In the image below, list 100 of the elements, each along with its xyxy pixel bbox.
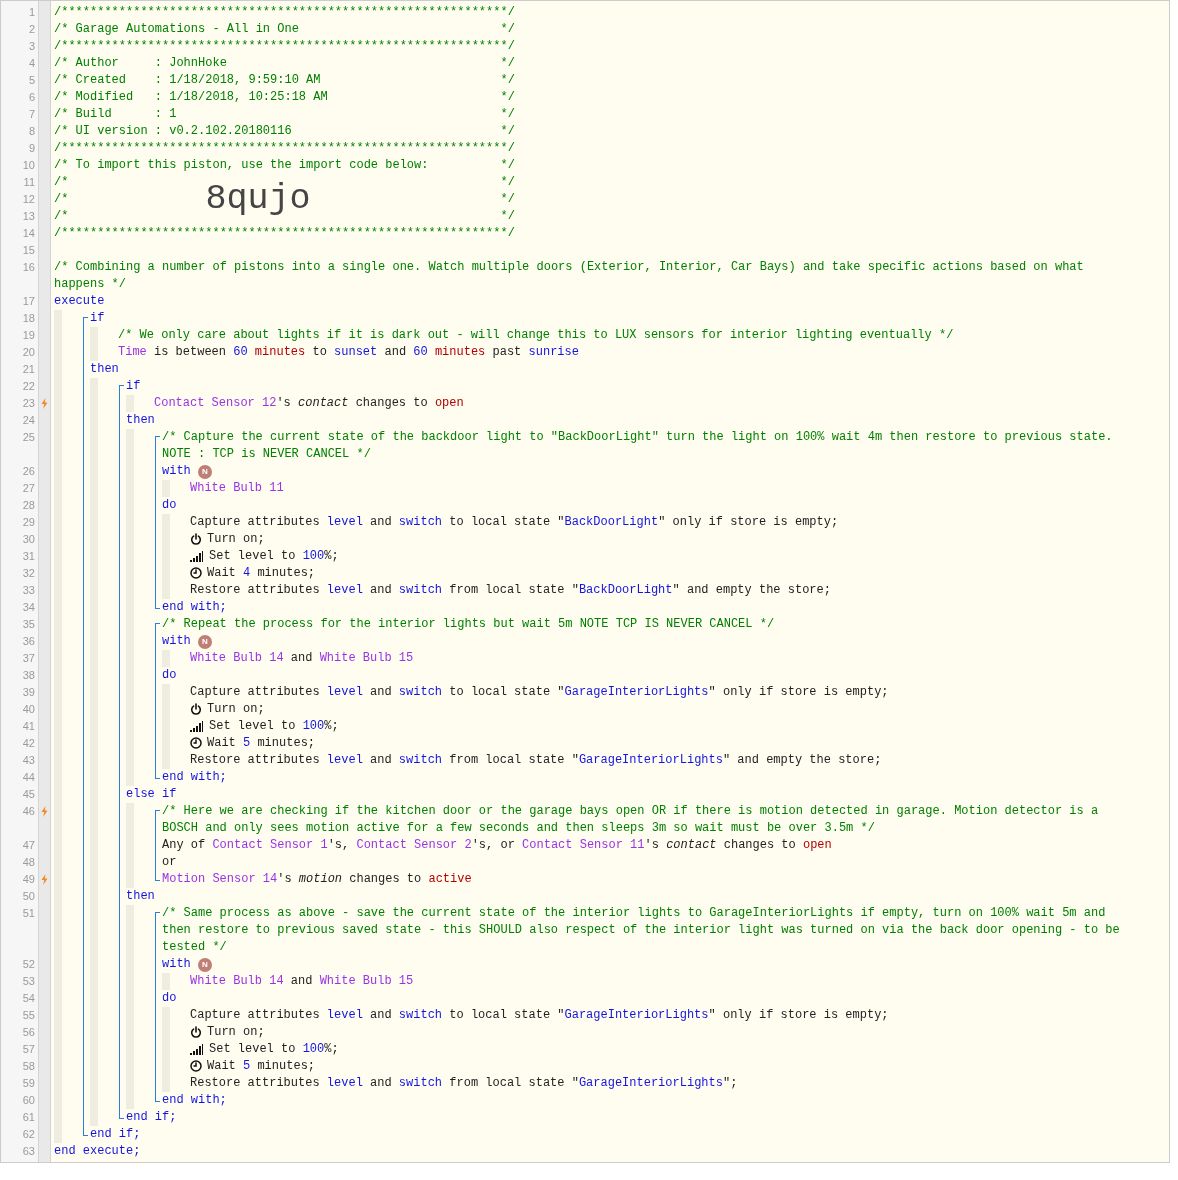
code-line: with: [162, 463, 191, 480]
code-line: Restore attributes level and switch from local state "GarageInteriorLights";: [190, 1075, 738, 1092]
line-number: 41: [22, 720, 35, 732]
code-line: then: [90, 361, 119, 378]
code-line: end with;: [162, 769, 227, 786]
code-line: Contact Sensor 12's contact changes to open: [154, 395, 464, 412]
signal-bars-icon: [190, 551, 203, 562]
clock-icon: [190, 737, 202, 749]
code-line: White Bulb 14 and White Bulb 15: [190, 973, 414, 990]
line-number: 63: [22, 1145, 35, 1157]
line-number: 38: [22, 669, 35, 681]
line-number: 34: [22, 601, 35, 613]
line-number: 62: [22, 1128, 35, 1140]
line-number: 6: [28, 91, 35, 103]
line-number: 47: [22, 839, 35, 851]
line-number: 24: [22, 414, 35, 426]
code-line: Turn on;: [207, 531, 265, 548]
line-number: 61: [22, 1111, 35, 1123]
line-number: 8: [28, 125, 35, 137]
code-line: /* Author : JohnHoke */: [54, 55, 515, 72]
code-line: /* Repeat the process for the interior lights but wait 5m NOTE TCP IS NEVER CANCEL */: [162, 616, 775, 633]
line-number: 11: [23, 176, 35, 188]
n-badge: N: [197, 635, 212, 649]
code-line: /* Combining a number of pistons into a single one. Watch multiple doors (Exterior, Interior, Car Bays) and take specific actions based on what happens */: [54, 259, 1085, 293]
code-line: /* UI version : v0.2.102.20180116 */: [54, 123, 515, 140]
code-line: end with;: [162, 599, 227, 616]
line-number: 15: [22, 244, 35, 256]
line-number: 60: [22, 1094, 35, 1106]
line-number: 39: [22, 686, 35, 698]
line-number: 21: [22, 363, 35, 375]
code-line: with: [162, 633, 191, 650]
code-line: end if;: [126, 1109, 177, 1126]
lightning-icon: [41, 398, 48, 409]
code-line: else if: [126, 786, 177, 803]
code-line: Set level to 100%;: [209, 548, 339, 565]
code-line: Restore attributes level and switch from local state "GarageInteriorLights" and empty the store;: [190, 752, 882, 769]
line-number: 19: [22, 329, 35, 341]
code-line: White Bulb 14 and White Bulb 15: [190, 650, 414, 667]
line-number: 59: [22, 1077, 35, 1089]
line-number: 28: [22, 499, 35, 511]
n-badge: N: [197, 958, 212, 972]
code-line: Wait 5 minutes;: [207, 1058, 316, 1075]
lightning-icon: [41, 806, 48, 817]
code-line: then: [126, 412, 155, 429]
code-line: Turn on;: [207, 701, 265, 718]
power-icon: [190, 533, 202, 545]
line-number: 7: [28, 108, 35, 120]
comment-text: /*: [54, 191, 69, 208]
code-line: Capture attributes level and switch to local state "GarageInteriorLights" only if store is empty;: [190, 684, 889, 701]
code-line: end execute;: [54, 1143, 141, 1160]
code-line: Capture attributes level and switch to local state "BackDoorLight" only if store is empty;: [190, 514, 839, 531]
line-number: 32: [22, 567, 35, 579]
code-line: /**************************************************************/: [54, 225, 515, 242]
line-number: 54: [22, 992, 35, 1004]
line-number: 3: [28, 40, 35, 52]
code-line: end if;: [90, 1126, 141, 1143]
line-number: 48: [22, 856, 35, 868]
line-number: 4: [28, 57, 35, 69]
line-number: 10: [22, 159, 35, 171]
line-number: 49: [22, 873, 35, 885]
code-line: /* To import this piston, use the import code below: */: [54, 157, 515, 174]
line-number: 35: [22, 618, 35, 630]
code-line: White Bulb 11: [190, 480, 284, 497]
line-number: 20: [22, 346, 35, 358]
code-line: end with;: [162, 1092, 227, 1109]
line-number: 36: [22, 635, 35, 647]
code-line: /* Modified : 1/18/2018, 10:25:18 AM */: [54, 89, 515, 106]
line-number: 46: [22, 805, 35, 817]
line-number: 43: [22, 754, 35, 766]
line-number: 45: [22, 788, 35, 800]
line-number: 25: [22, 431, 35, 443]
code-line: with: [162, 956, 191, 973]
code-line: execute: [54, 293, 105, 310]
line-number: 30: [22, 533, 35, 545]
line-number: 13: [22, 210, 35, 222]
code-line: /* Build : 1 */: [54, 106, 515, 123]
clock-icon: [190, 1060, 202, 1072]
line-number: 53: [22, 975, 35, 987]
signal-bars-icon: [190, 721, 203, 732]
line-number: 42: [22, 737, 35, 749]
line-number: 33: [22, 584, 35, 596]
signal-bars-icon: [190, 1044, 203, 1055]
code-line: /* Same process as above - save the current state of the interior lights to GarageInteriorLights if empty, turn on 100% wait 5m and then restore to previous saved state - this SHOULD also respect of the interior light was turned on via the back door opening - to be tested */: [162, 905, 1121, 956]
line-number: 57: [22, 1043, 35, 1055]
code-line: /* Capture the current state of the backdoor light to "BackDoorLight" turn the light on 100% wait 4m then restore to previous state. NOTE : TCP is NEVER CANCEL */: [162, 429, 1114, 463]
code-line: Wait 5 minutes;: [207, 735, 316, 752]
power-icon: [190, 703, 202, 715]
code-line: do: [162, 497, 177, 514]
clock-icon: [190, 567, 202, 579]
line-number: 50: [22, 890, 35, 902]
line-number: 5: [28, 74, 35, 86]
code-line: Set level to 100%;: [209, 1041, 339, 1058]
line-number: 14: [22, 227, 35, 239]
code-line: /* Garage Automations - All in One */: [54, 21, 515, 38]
code-line: Capture attributes level and switch to local state "GarageInteriorLights" only if store is empty;: [190, 1007, 889, 1024]
code-line: if: [126, 378, 141, 395]
line-number: 1: [28, 6, 35, 18]
code-line: Restore attributes level and switch from local state "BackDoorLight" and empty the store;: [190, 582, 831, 599]
lightning-icon: [41, 874, 48, 885]
line-number: 23: [22, 397, 35, 409]
